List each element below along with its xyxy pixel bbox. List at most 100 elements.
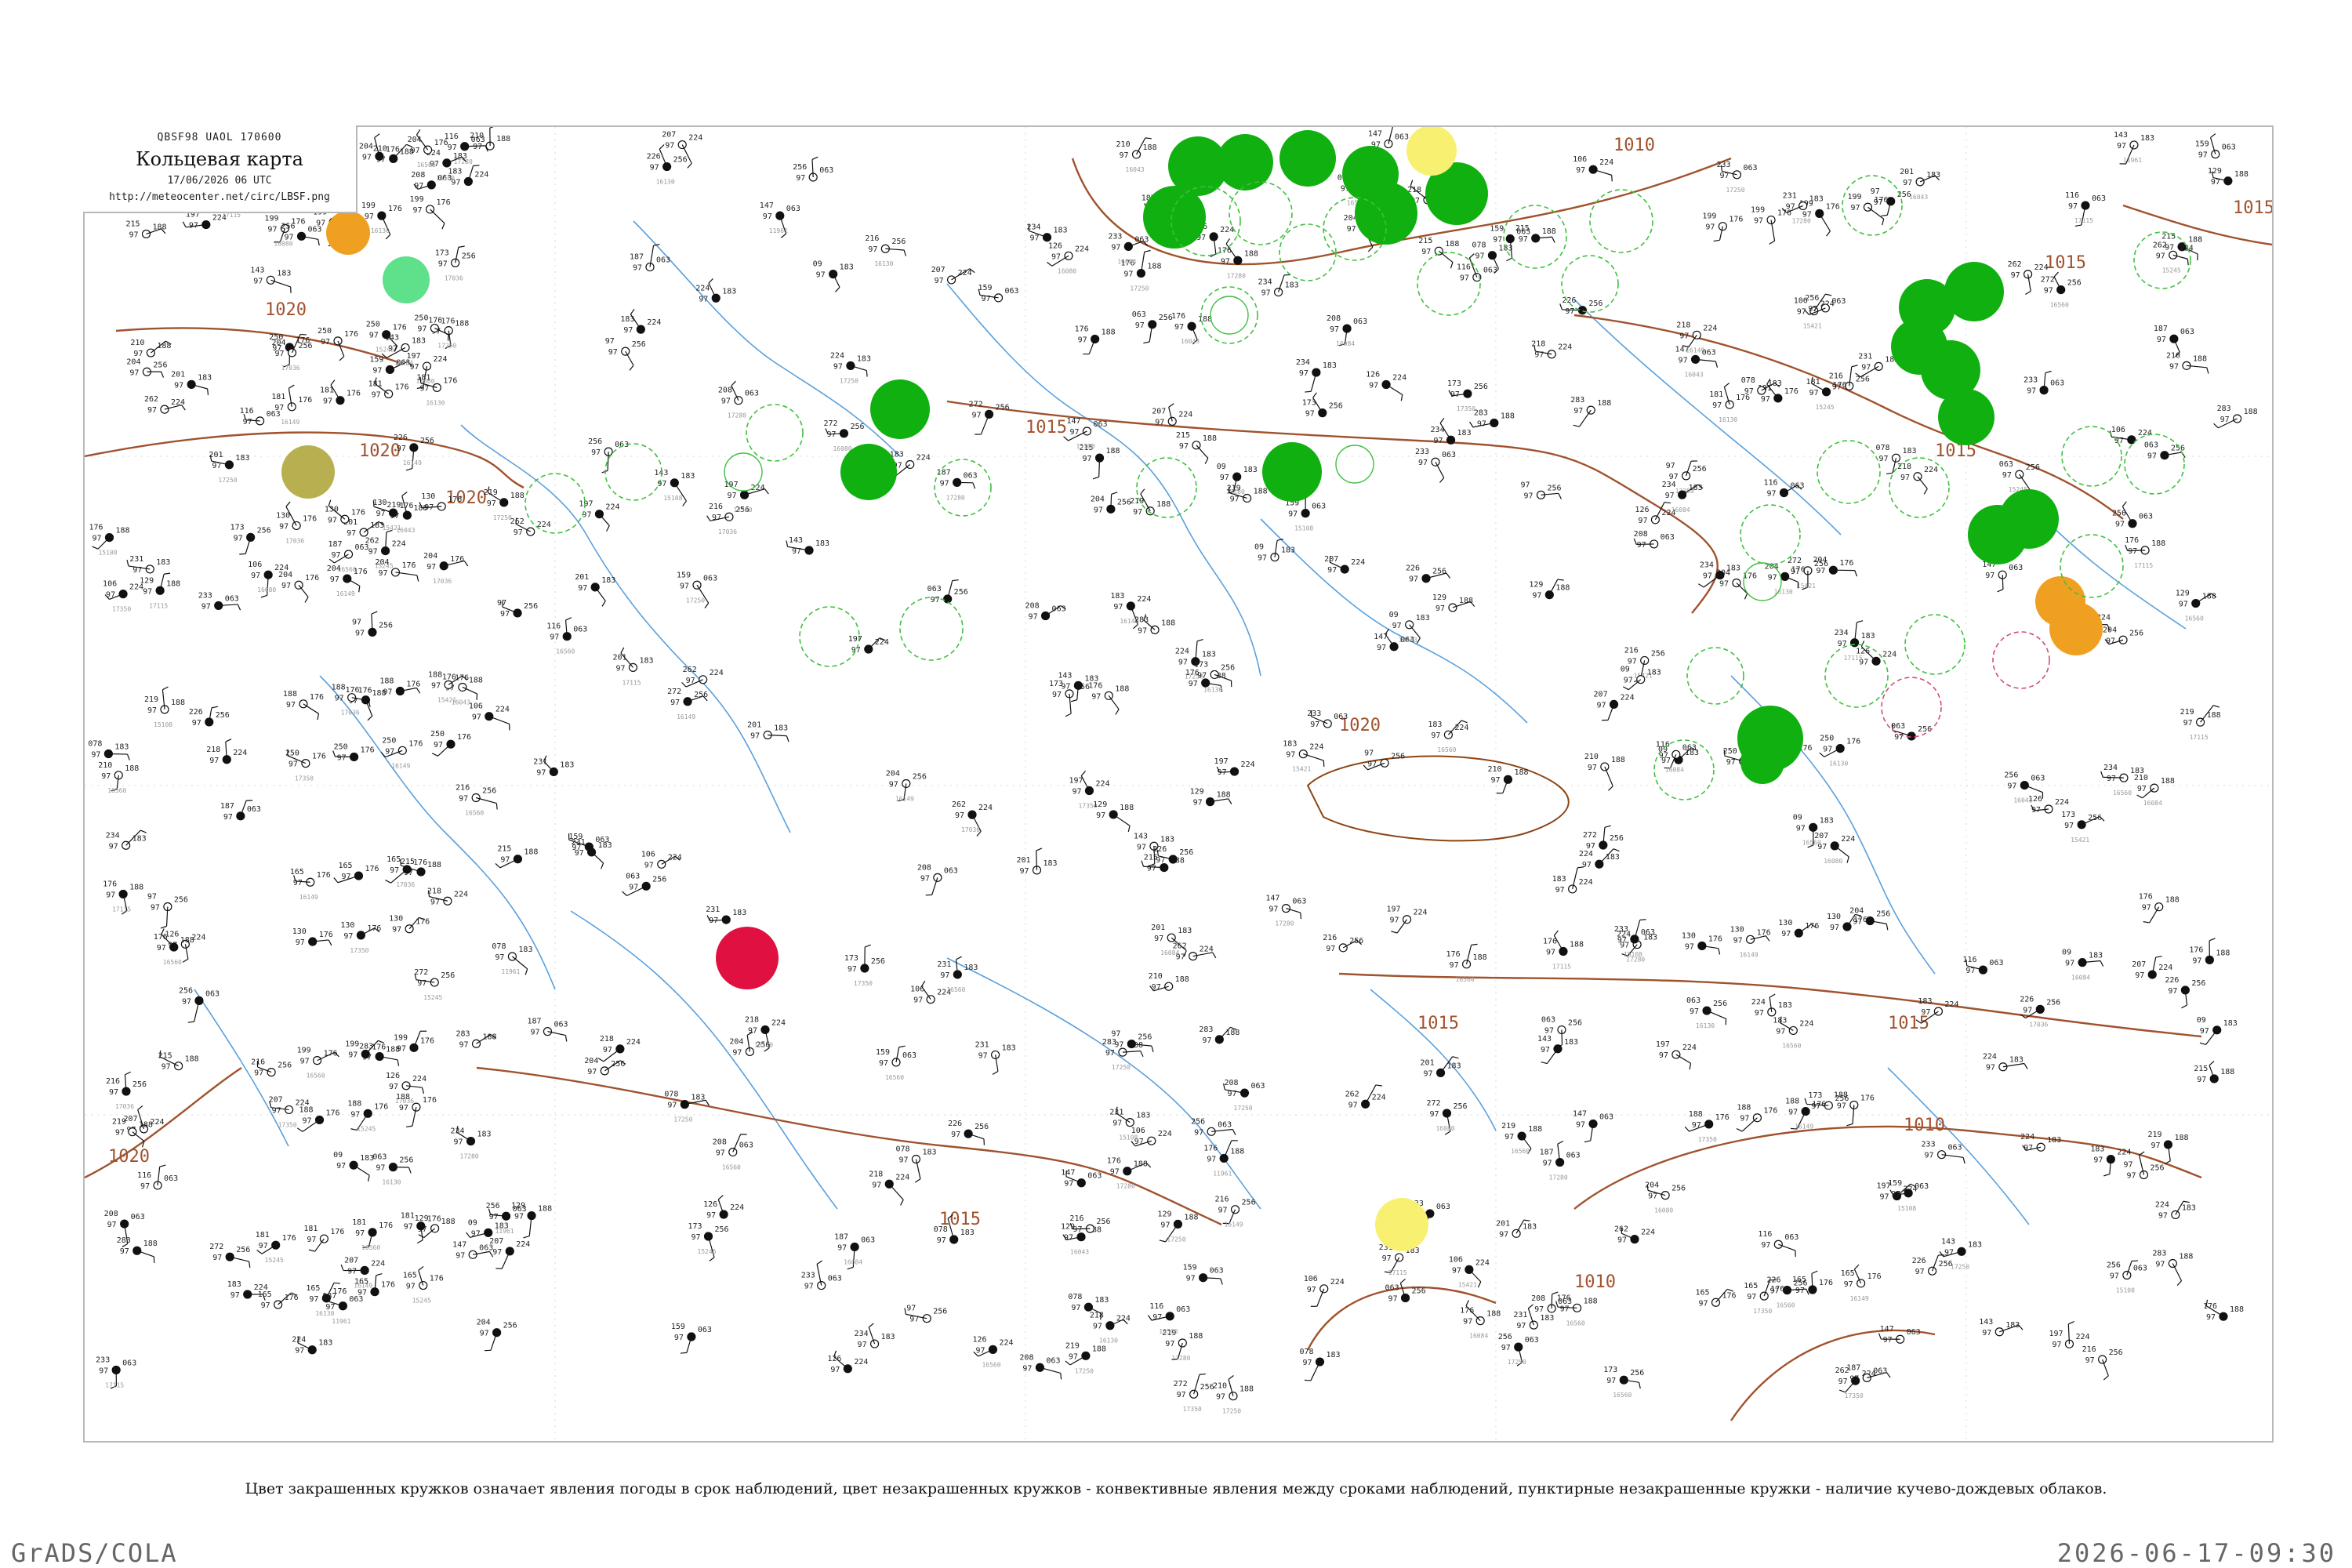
green-weather-circle[interactable] [1143,186,1206,249]
wind-barb-feather [1147,1315,1152,1321]
wind-barb-feather [786,735,789,742]
station-value: 97 [1519,235,1528,244]
station-value: 188 [1092,1345,1106,1353]
station-value: 224 [730,1203,744,1212]
station-marker [1487,251,1497,260]
station-plot: 165 17697 [258,1290,299,1310]
station-plot: 256 0639715108 [2107,1260,2147,1294]
wind-barb-feather [1225,238,1231,245]
green-weather-circle[interactable] [870,379,930,439]
station-value: 199 [264,214,278,223]
station-value: 063 [1483,267,1497,275]
isobar-label: 1010 [1613,136,1655,155]
station-value: 97 [385,747,394,756]
station-plot: 078 1839711961 [492,942,532,975]
station-value: 188 [1501,412,1515,420]
station-plot: 143 18397 [786,536,829,556]
station-value: 224 [626,1038,641,1047]
station-plot: 199 1769716560 [297,1047,339,1080]
station-value: 97 [792,547,801,556]
station-plot: 20722497 [1594,690,1635,721]
wind-barb-feather [1144,249,1151,252]
orange-weather-circle[interactable] [2049,602,2103,655]
station-value: 256 [1630,1369,1644,1377]
station-plot: 21518897 [495,845,538,869]
wind-barb-feather [125,1071,131,1076]
synoptic-map[interactable]: 1020 1020 1020 1015 1015 1015 1015 1015 … [85,127,2272,1441]
station-value: 256 [850,423,864,431]
wind-barb-feather [401,492,408,496]
station-plot: 28318897 [456,1029,497,1049]
station-value: 165 [306,1284,320,1293]
station-value: 256 [1474,383,1488,391]
wind-barb-feather [1557,579,1564,581]
olive-weather-circle[interactable] [281,445,335,499]
wind-barb-feather [904,1308,906,1315]
green-weather-circle[interactable] [1944,262,2004,321]
station-value: 183 [1243,466,1258,474]
station-plot: 176 1889717280 [1218,238,1258,279]
station-plot: 173 2569717350 [844,944,885,987]
station-value: 216 [456,783,470,792]
wind-barb [888,1183,904,1200]
station-value: 97 [1477,419,1486,428]
station-value: 256 [2109,1348,2123,1357]
dashed-circle [1904,614,1965,675]
station-value: 183 [1809,194,1824,203]
station-plot: 173 25697 [1302,392,1343,419]
station-id: 16149 [336,590,355,597]
orange-weather-circle[interactable] [326,211,370,255]
wind-barb-feather [126,753,130,760]
wind-barb-feather [416,129,421,136]
green-weather-circle[interactable] [1938,389,1994,445]
station-value: 116 [1457,263,1471,272]
station-plot: 17618897 [2139,893,2180,924]
station-value: 97 [2155,1261,2165,1269]
yellow-weather-circle[interactable] [1375,1198,1428,1251]
light-green-weather-circle[interactable] [383,256,430,303]
station-value: 256 [793,163,807,172]
station-value: 256 [652,875,666,884]
station-value: 97 [2027,387,2036,396]
yellow-weather-circle[interactable] [1406,127,1457,176]
station-plot: 231 18397 [126,555,170,575]
station-plot: 18117697 [303,1225,344,1252]
station-id: 16084 [1671,506,1690,514]
green-weather-circle[interactable] [1355,182,1417,245]
station-plot: 28318897 [1199,1025,1240,1045]
station-value: 97 [2197,1076,2206,1084]
station-value: 219 [1065,1341,1080,1350]
station-value: 97 [399,1104,408,1112]
station-value: 97 [1501,1344,1511,1352]
station-value: 176 [443,376,457,385]
green-weather-circle[interactable] [840,444,897,500]
station-value: 165 [387,855,401,864]
wind-barb-feather [408,1167,412,1174]
station-value: 129 [1432,593,1446,602]
green-weather-circle[interactable] [1999,489,2059,549]
station-plot: 224 18397 [1751,993,1792,1018]
station-value: 187 [834,1232,848,1241]
station-value: 216 [106,1077,120,1086]
station-plot: 234 18397 [1258,274,1299,298]
source-url[interactable]: http://meteocenter.net/circ/LBSF.png [83,191,356,203]
station-plot: 173 25697 [230,523,271,555]
station-plot: 201 18397 [1016,848,1058,876]
station-value: 256 [420,437,434,445]
station-value: 183 [1110,592,1124,601]
station-value: 97 [837,1243,847,1252]
wind-barb-feather [1143,341,1150,344]
red-weather-circle[interactable] [716,927,779,989]
station-value: 176 [1805,922,1819,931]
bulletin-code: QBSF98 UAOL 170600 [157,132,282,143]
green-weather-circle[interactable] [1262,442,1322,502]
wind-barb-feather [1036,848,1043,851]
station-value: 176 [317,871,331,880]
dashed-circle [1817,440,1881,504]
station-plot: 204 2569716149 [886,769,927,802]
station-plot: 12918897 [1190,788,1232,808]
green-weather-circle[interactable] [1740,740,1784,784]
wind-barb-feather [2025,290,2031,295]
green-weather-circle[interactable] [1279,130,1336,187]
station-value: 97 [1218,1207,1228,1215]
